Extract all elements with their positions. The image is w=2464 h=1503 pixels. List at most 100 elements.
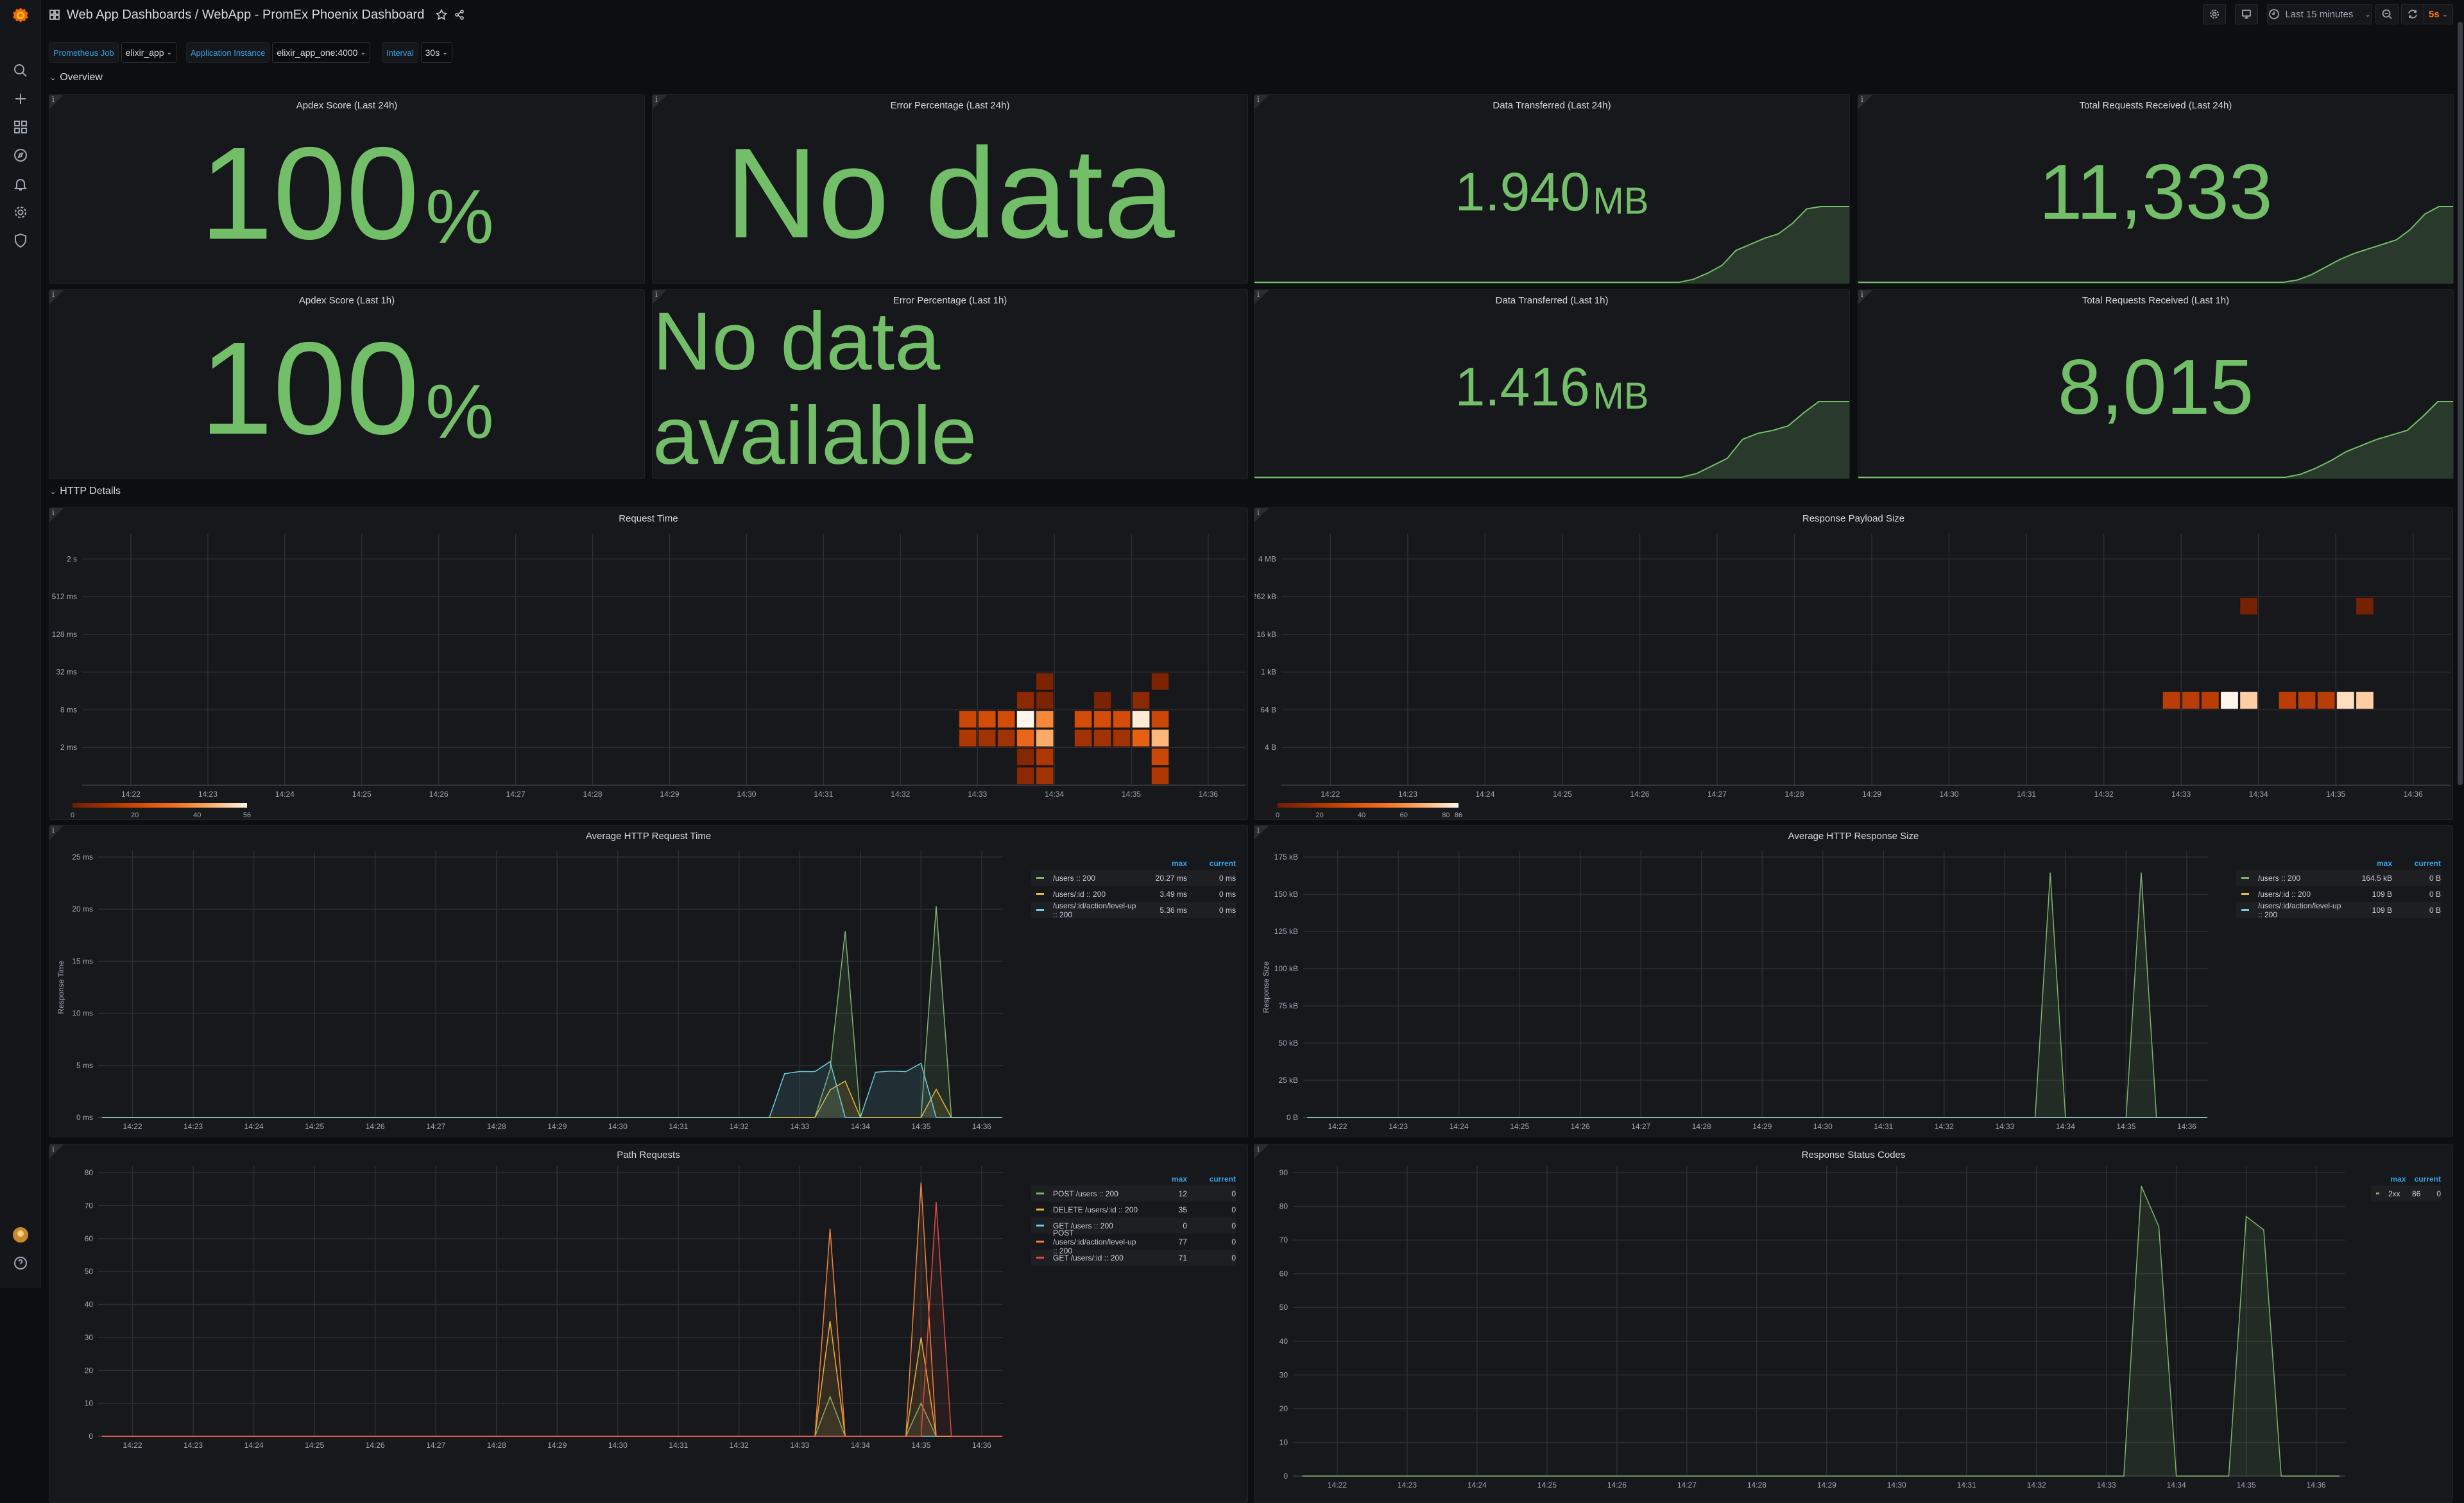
legend-item[interactable]: 2xx860: [2371, 1185, 2441, 1202]
legend-series-name[interactable]: /users/:id/action/level-up :: 200: [1053, 901, 1138, 919]
explore-compass-icon[interactable]: [9, 144, 32, 167]
legend-series-name[interactable]: 2xx: [2388, 1189, 2400, 1198]
y-tick-label: 25 kB: [1278, 1076, 1298, 1085]
legend-header-current[interactable]: current: [2406, 1175, 2442, 1184]
configuration-gear-icon[interactable]: [9, 201, 32, 224]
color-scale-tick: 0: [1276, 811, 1279, 819]
legend-item[interactable]: /users :: 20020.27 ms0 ms: [1031, 870, 1236, 886]
row-header-overview[interactable]: ⌄Overview: [50, 72, 103, 83]
user-avatar[interactable]: [9, 1223, 32, 1246]
refresh-interval-value: 5s: [2429, 9, 2440, 20]
legend-item[interactable]: /users/:id :: 2003.49 ms0 ms: [1031, 886, 1236, 902]
stat-unit: %: [425, 173, 494, 261]
chevron-down-icon: ⌄: [442, 49, 447, 56]
variable-select[interactable]: elixir_app_one:4000⌄: [272, 42, 370, 63]
star-icon[interactable]: [436, 9, 447, 21]
variable-select[interactable]: 30s⌄: [421, 42, 452, 63]
legend-header-max[interactable]: max: [2343, 859, 2392, 868]
legend-series-name[interactable]: /users/:id :: 200: [1053, 890, 1138, 899]
refresh-interval-picker[interactable]: 5s⌄: [2424, 9, 2452, 20]
legend-header-max[interactable]: max: [1138, 1175, 1187, 1184]
dashboard-settings-button[interactable]: [2203, 4, 2226, 24]
row-header-http-details[interactable]: ⌄HTTP Details: [50, 486, 121, 497]
legend-item[interactable]: /users/:id/action/level-up :: 2005.36 ms…: [1031, 902, 1236, 918]
variable-interval: Interval 30s⌄: [382, 42, 452, 63]
legend-rows: /users :: 20020.27 ms0 ms/users/:id :: 2…: [1031, 870, 1236, 918]
series-line: [102, 1321, 1002, 1436]
x-tick-label: 14:26: [366, 1441, 385, 1450]
heatmap-cell: [1152, 673, 1169, 690]
y-tick-label: 512 ms: [52, 592, 77, 601]
legend-series-name[interactable]: GET /users/:id :: 200: [1053, 1253, 1138, 1262]
x-tick-label: 14:33: [2097, 1481, 2116, 1490]
search-icon[interactable]: [9, 59, 32, 82]
legend-item[interactable]: /users/:id :: 200109 B0 B: [2236, 886, 2441, 902]
legend-item[interactable]: DELETE /users/:id :: 200350: [1031, 1202, 1236, 1218]
y-tick-label: 70: [85, 1201, 94, 1210]
chevron-down-icon: ⌄: [50, 74, 56, 82]
breadcrumb[interactable]: Web App Dashboards / WebApp - PromEx Pho…: [67, 8, 424, 22]
time-range-picker[interactable]: Last 15 minutes⌄: [2267, 4, 2372, 24]
stat-unit: MB: [1593, 375, 1648, 418]
legend-item[interactable]: /users/:id/action/level-up :: 200109 B0 …: [2236, 902, 2441, 918]
y-tick-label: 80: [1279, 1202, 1288, 1211]
x-tick-label: 14:36: [972, 1441, 991, 1450]
heatmap-cell: [1094, 729, 1111, 746]
y-tick-label: 50: [1279, 1303, 1288, 1312]
y-axis-label: Response Time: [56, 960, 65, 1014]
zoom-out-button[interactable]: [2375, 4, 2399, 24]
variable-select[interactable]: elixir_app⌄: [121, 42, 176, 63]
heatmap-cell: [1017, 729, 1034, 746]
y-tick-label: 75 kB: [1278, 1001, 1298, 1010]
legend-series-name[interactable]: /users :: 200: [1053, 874, 1138, 883]
series-color-swatch: [2376, 1193, 2379, 1194]
grafana-logo[interactable]: [9, 4, 32, 27]
create-plus-icon[interactable]: [9, 87, 32, 110]
cycle-view-mode-button[interactable]: [2235, 4, 2258, 24]
legend-header-max[interactable]: max: [2371, 1175, 2406, 1184]
refresh-button[interactable]: [2402, 4, 2424, 24]
stat-panel: iTotal Requests Received (Last 24h)11,33…: [1858, 94, 2454, 284]
stat-number: 1.416: [1455, 356, 1590, 418]
refresh-control[interactable]: 5s⌄: [2401, 4, 2453, 24]
page-scrollbar[interactable]: [2458, 22, 2463, 785]
legend-item[interactable]: POST /users/:id/action/level-up :: 20077…: [1031, 1234, 1236, 1250]
legend-max-value: 3.49 ms: [1138, 890, 1187, 899]
heatmap-cell: [1152, 767, 1169, 784]
legend-item[interactable]: POST /users :: 200120: [1031, 1185, 1236, 1202]
x-tick-label: 14:26: [1571, 1122, 1590, 1131]
legend-series-name[interactable]: /users :: 200: [2258, 874, 2343, 883]
color-scale-tick: 40: [193, 811, 201, 819]
legend-series-name[interactable]: /users/:id/action/level-up :: 200: [2258, 901, 2343, 919]
x-tick-label: 14:32: [891, 790, 910, 799]
dashboards-grid-icon[interactable]: [9, 115, 32, 139]
share-icon[interactable]: [454, 9, 465, 21]
legend-current-value: 0: [1187, 1205, 1236, 1214]
legend-series-name[interactable]: /users/:id :: 200: [2258, 890, 2343, 899]
x-tick-label: 14:28: [1692, 1122, 1711, 1131]
x-tick-label: 14:29: [1817, 1481, 1836, 1490]
x-tick-label: 14:30: [1813, 1122, 1833, 1131]
legend-item[interactable]: /users :: 200164.5 kB0 B: [2236, 870, 2441, 886]
heatmap-cell: [1036, 729, 1054, 746]
y-tick-label: 25 ms: [72, 853, 93, 862]
legend-series-name[interactable]: POST /users/:id/action/level-up :: 200: [1053, 1228, 1138, 1255]
legend-header-current[interactable]: current: [1187, 1175, 1236, 1184]
y-tick-label: 5 ms: [76, 1061, 93, 1070]
legend-series-name[interactable]: DELETE /users/:id :: 200: [1053, 1205, 1138, 1214]
legend-header-current[interactable]: current: [1187, 859, 1236, 868]
legend-max-value: 71: [1138, 1253, 1187, 1262]
series-area: [102, 1321, 1002, 1436]
x-tick-label: 14:30: [737, 790, 756, 799]
legend-header-max[interactable]: max: [1138, 859, 1187, 868]
x-tick-label: 14:26: [366, 1122, 385, 1131]
x-tick-label: 14:24: [275, 790, 295, 799]
server-admin-shield-icon[interactable]: [9, 229, 32, 252]
alerting-bell-icon[interactable]: [9, 173, 32, 196]
x-tick-label: 14:34: [2249, 790, 2268, 799]
legend-series-name[interactable]: POST /users :: 200: [1053, 1189, 1138, 1198]
series-color-swatch: [1036, 877, 1044, 879]
legend-header-current[interactable]: current: [2392, 859, 2441, 868]
help-icon[interactable]: [9, 1252, 32, 1275]
y-tick-label: 175 kB: [1274, 853, 1298, 862]
